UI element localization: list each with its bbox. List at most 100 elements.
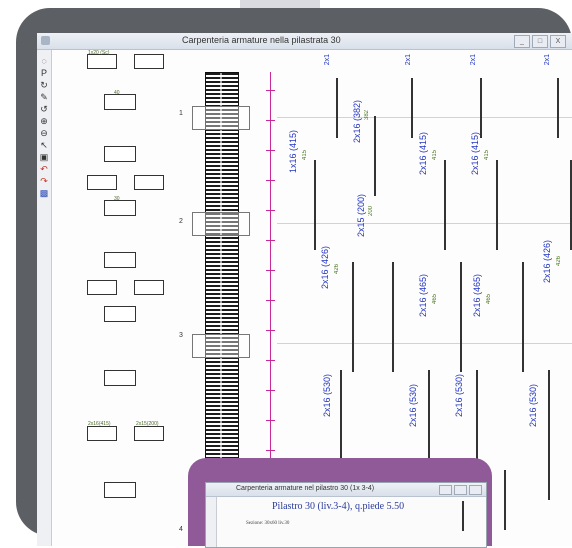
- length-label: 415: [302, 150, 308, 161]
- section-label: 30: [114, 196, 120, 202]
- rebar-line: [374, 116, 376, 196]
- rebar-line: [444, 160, 446, 250]
- section-sketch: [104, 306, 136, 322]
- rebar-line: [504, 470, 506, 530]
- window-title: Carpenteria armature nella pilastrata 30: [182, 35, 341, 45]
- floor-line: [277, 343, 572, 344]
- pointer-icon[interactable]: ↖: [39, 140, 49, 150]
- section-sketch: [87, 426, 117, 441]
- rebar-label: 2x16 (426): [542, 240, 552, 284]
- rebar-line: [480, 78, 482, 138]
- beam-outline: [192, 212, 250, 236]
- rebar-label: 2x16 (415): [418, 132, 428, 176]
- axis-tick: [266, 420, 275, 421]
- axis-tick: [266, 330, 275, 331]
- length-label: 426: [334, 264, 340, 275]
- axis-tick: [266, 210, 275, 211]
- beam-outline: [192, 334, 250, 358]
- beam-outline: [192, 106, 250, 130]
- minimize-button[interactable]: _: [514, 35, 530, 48]
- zoom-out-icon[interactable]: ⊖: [39, 128, 49, 138]
- maximize-button[interactable]: □: [532, 35, 548, 48]
- section-label: 2x16(415): [88, 421, 111, 427]
- level-marker: 4: [179, 526, 183, 533]
- length-label: 415: [432, 150, 438, 161]
- section-sketch: [104, 370, 136, 386]
- rebar-line: [548, 370, 550, 500]
- redo-icon[interactable]: ↷: [39, 176, 49, 186]
- rebar-line: [462, 501, 464, 531]
- rebar-label: 2x16 (465): [418, 274, 428, 318]
- section-sketch: [104, 482, 136, 498]
- rebar-label: 2x16 (530): [322, 374, 332, 418]
- detail-window: Carpenteria armature nel pilastro 30 (1x…: [205, 482, 487, 548]
- rebar-label: 2x16 (426): [320, 246, 330, 290]
- length-label: 382: [364, 110, 370, 121]
- refresh-tool-icon[interactable]: ↻: [39, 80, 49, 90]
- rebar-label: 2x16 (530): [454, 374, 464, 418]
- length-label: 415: [484, 150, 490, 161]
- rebar-line: [314, 160, 316, 250]
- select-tool-icon[interactable]: ◌: [39, 56, 49, 66]
- section-sketch: [134, 175, 164, 190]
- section-sketch: [87, 54, 117, 69]
- floor-line: [277, 223, 572, 224]
- detail-close-button[interactable]: [469, 485, 482, 495]
- rebar-label: 2x1: [405, 54, 412, 66]
- section-sketch: [104, 146, 136, 162]
- rebar-line: [336, 78, 338, 138]
- rotate-tool-icon[interactable]: ↺: [39, 104, 49, 114]
- rebar-label: 2x1: [470, 54, 477, 66]
- detail-minimize-button[interactable]: [439, 485, 452, 495]
- axis-tick: [266, 150, 275, 151]
- rebar-label: 2x16 (415): [470, 132, 480, 176]
- axis-tick: [266, 240, 275, 241]
- level-marker: 1: [179, 110, 183, 117]
- detail-window-controls: [439, 485, 482, 495]
- length-label: 200: [368, 206, 374, 217]
- layers-icon[interactable]: ▩: [39, 188, 49, 198]
- window-tool-icon[interactable]: ▣: [39, 152, 49, 162]
- section-sketch: [104, 94, 136, 110]
- rebar-line: [557, 78, 559, 138]
- zoom-in-icon[interactable]: ⊕: [39, 116, 49, 126]
- vertical-toolbar: ◌ P ↻ ✎ ↺ ⊕ ⊖ ↖ ▣ ↶ ↷ ▩: [37, 50, 52, 546]
- axis-tick: [266, 90, 275, 91]
- floor-line: [277, 117, 572, 118]
- detail-maximize-button[interactable]: [454, 485, 467, 495]
- rebar-label: 2x1: [324, 54, 331, 66]
- rebar-line: [522, 262, 524, 372]
- axis-tick: [266, 300, 275, 301]
- length-label: 465: [432, 294, 438, 305]
- section-sketch: [104, 252, 136, 268]
- section-sketch: [134, 54, 164, 69]
- edit-tool-icon[interactable]: ✎: [39, 92, 49, 102]
- window-titlebar[interactable]: Carpenteria armature nella pilastrata 30…: [37, 33, 572, 50]
- rebar-line: [411, 78, 413, 138]
- undo-icon[interactable]: ↶: [39, 164, 49, 174]
- axis-tick: [266, 390, 275, 391]
- section-sketch: [87, 175, 117, 190]
- detail-subtext: Sezione: 30x60 liv.30: [246, 521, 290, 526]
- rebar-label: 2x16 (530): [528, 384, 538, 428]
- rebar-line: [460, 262, 462, 372]
- detail-window-titlebar[interactable]: Carpenteria armature nel pilastro 30 (1x…: [206, 483, 486, 497]
- axis-tick: [266, 450, 275, 451]
- print-tool-icon[interactable]: P: [39, 68, 49, 78]
- section-sketch: [134, 280, 164, 295]
- rebar-label: 2x1: [544, 54, 551, 66]
- rebar-label: 2x15 (200): [356, 194, 366, 238]
- rebar-label: 1x16 (415): [288, 130, 298, 174]
- level-marker: 2: [179, 218, 183, 225]
- section-sketch: [134, 426, 164, 441]
- close-button[interactable]: X: [550, 35, 566, 48]
- section-label: 40: [114, 90, 120, 96]
- level-marker: 3: [179, 332, 183, 339]
- axis-tick: [266, 120, 275, 121]
- rebar-label: 2x16 (382): [352, 100, 362, 144]
- section-sketch: [87, 280, 117, 295]
- detail-window-title: Carpenteria armature nel pilastro 30 (1x…: [236, 485, 375, 492]
- axis-tick: [266, 270, 275, 271]
- length-label: 465: [486, 294, 492, 305]
- axis-tick: [266, 360, 275, 361]
